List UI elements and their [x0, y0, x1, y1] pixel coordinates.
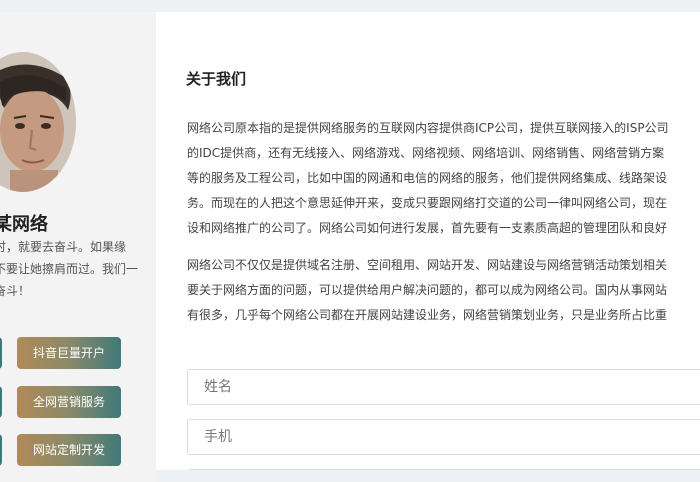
paragraph-line: 设和网络推广的公司了。网络公司如何进行发展，首先要有一支素质高超的管理团队和良好 — [187, 221, 668, 235]
about-paragraph-1: 网络公司原本指的是提供网络服务的互联网内容提供商ICP公司，提供互联网接入的IS… — [187, 116, 700, 241]
brand-name: 某网络 — [0, 214, 48, 235]
paragraph-line: 网络公司不仅仅是提供域名注册、空间租用、网站开发、网站建设与网络营销活动策划相关 — [187, 258, 668, 272]
service-button-partial[interactable] — [0, 337, 2, 369]
paragraph-line: 的IDC提供商，还有无线接入、网络游戏、网络视频、网络培训、网络销售、网络营销方… — [187, 146, 665, 160]
service-button-partial[interactable] — [0, 434, 2, 466]
paragraph-line: 务。而现在的人把这个意思延伸开来，变成只要跟网络打交道的公司一律叫网络公司，现在 — [187, 196, 668, 210]
service-button-website[interactable]: 网站定制开发 — [17, 434, 121, 466]
phone-input[interactable] — [188, 420, 700, 454]
name-field[interactable] — [187, 369, 700, 405]
about-paragraph-2: 网络公司不仅仅是提供域名注册、空间租用、网站开发、网站建设与网络营销活动策划相关… — [187, 253, 700, 328]
paragraph-line: 要关于网络方面的问题，可以提供给用户解决问题的，都可以成为网络公司。国内从事网站 — [187, 283, 668, 297]
sidebar: 某网络 时，就要去奋斗。如果缘 不要让她擦肩而过。我们一 奋斗！ 抖音巨量开户 … — [0, 12, 156, 482]
avatar-portrait — [0, 52, 76, 192]
service-button-marketing[interactable]: 全网营销服务 — [17, 386, 121, 418]
phone-field[interactable] — [187, 419, 700, 455]
avatar — [0, 52, 76, 192]
slogan-line: 不要让她擦肩而过。我们一 — [0, 262, 139, 276]
page-title: 关于我们 — [186, 70, 247, 88]
paragraph-line: 网络公司原本指的是提供网络服务的互联网内容提供商ICP公司，提供互联网接入的IS… — [187, 121, 669, 135]
slogan-line: 奋斗！ — [0, 284, 31, 298]
slogan: 时，就要去奋斗。如果缘 不要让她擦肩而过。我们一 奋斗！ — [0, 236, 142, 302]
main-content: 关于我们 网络公司原本指的是提供网络服务的互联网内容提供商ICP公司，提供互联网… — [156, 12, 700, 470]
paragraph-line: 等的服务及工程公司，比如中国的网通和电信的网络的服务，他们提供网络集成、线路架设 — [187, 171, 668, 185]
service-button-douyin[interactable]: 抖音巨量开户 — [17, 337, 121, 369]
slogan-line: 时，就要去奋斗。如果缘 — [0, 240, 127, 254]
service-button-partial[interactable] — [0, 386, 2, 418]
name-input[interactable] — [188, 370, 700, 404]
paragraph-line: 有很多，几乎每个网络公司都在开展网站建设业务，网络营销策划业务，只是业务所占比重 — [187, 308, 668, 322]
